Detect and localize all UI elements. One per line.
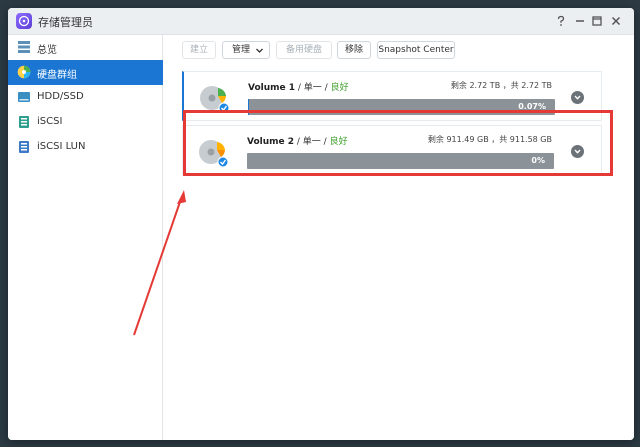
disk-group-icon: [17, 65, 31, 79]
snapshot-center-button[interactable]: Snapshot Center: [377, 41, 455, 59]
manage-dropdown[interactable]: 管理: [222, 41, 270, 59]
volume-name: Volume 1: [248, 83, 296, 93]
volume-disk-icon: [197, 136, 229, 168]
usage-percent: 0%: [531, 156, 545, 165]
window-title: 存储管理员: [38, 16, 93, 29]
sidebar-item-label: 硬盘群组: [37, 70, 77, 81]
separator: /: [295, 83, 304, 93]
volume-row[interactable]: Volume 2 / 单一 / 良好 剩余 911.49 GB ，共 911.5…: [182, 125, 602, 175]
volume-disk-icon: [198, 82, 230, 114]
volume-capacity: 剩余 911.49 GB ，共 911.58 GB: [427, 135, 552, 144]
iscsi-icon: [17, 115, 31, 129]
title-bar: 存储管理员: [8, 8, 634, 35]
manage-label: 管理: [232, 45, 251, 55]
separator: /: [294, 137, 303, 147]
sidebar-item-label: iSCSI LUN: [37, 141, 86, 152]
storage-manager-window: 存储管理员 总览 硬盘群组 HDD/SSD iSCSI iSCSI LUN 建立…: [8, 8, 634, 440]
maximize-icon[interactable]: [590, 14, 604, 28]
storage-manager-app-icon: [16, 13, 32, 29]
separator: /: [320, 137, 330, 147]
sidebar-item-label: HDD/SSD: [37, 91, 84, 102]
volume-status: 良好: [329, 137, 348, 147]
create-button[interactable]: 建立: [182, 41, 216, 59]
sidebar-item-label: 总览: [37, 45, 57, 56]
minimize-icon[interactable]: [573, 14, 587, 28]
usage-percent: 0.07%: [518, 102, 546, 111]
volume-row[interactable]: Volume 1 / 单一 / 良好 剩余 2.72 TB ，共 2.72 TB…: [182, 71, 602, 121]
sidebar-item-iscsi[interactable]: iSCSI: [8, 110, 163, 135]
remove-button[interactable]: 移除: [337, 41, 371, 59]
separator: /: [321, 83, 331, 93]
sidebar-item-disk-group[interactable]: 硬盘群组: [8, 60, 163, 85]
volume-capacity: 剩余 2.72 TB ，共 2.72 TB: [450, 81, 552, 90]
sidebar: 总览 硬盘群组 HDD/SSD iSCSI iSCSI LUN: [8, 35, 163, 440]
volume-title: Volume 2 / 单一 / 良好: [247, 134, 348, 147]
volume-status: 良好: [330, 83, 349, 93]
volume-title: Volume 1 / 单一 / 良好: [248, 80, 349, 93]
iscsi-lun-icon: [17, 140, 31, 154]
sidebar-item-label: iSCSI: [37, 116, 63, 127]
close-icon[interactable]: [609, 14, 623, 28]
sidebar-item-overview[interactable]: 总览: [8, 35, 163, 60]
usage-bar: 0.07%: [248, 99, 555, 115]
chevron-down-icon: [255, 45, 264, 61]
help-icon[interactable]: [554, 14, 568, 28]
overview-icon: [17, 40, 31, 54]
usage-bar: 0%: [247, 153, 554, 169]
volume-type: 单一: [303, 83, 322, 93]
sidebar-item-iscsi-lun[interactable]: iSCSI LUN: [8, 135, 163, 160]
main-content: 建立 管理 备用硬盘 移除 Snapshot Center Volume 1 /…: [164, 35, 634, 440]
expand-icon[interactable]: [571, 145, 584, 158]
volume-name: Volume 2: [247, 137, 295, 147]
volume-type: 单一: [302, 137, 321, 147]
spare-disk-button[interactable]: 备用硬盘: [276, 41, 332, 59]
expand-icon[interactable]: [571, 91, 584, 104]
sidebar-item-hdd-ssd[interactable]: HDD/SSD: [8, 85, 163, 110]
hdd-icon: [17, 90, 31, 104]
